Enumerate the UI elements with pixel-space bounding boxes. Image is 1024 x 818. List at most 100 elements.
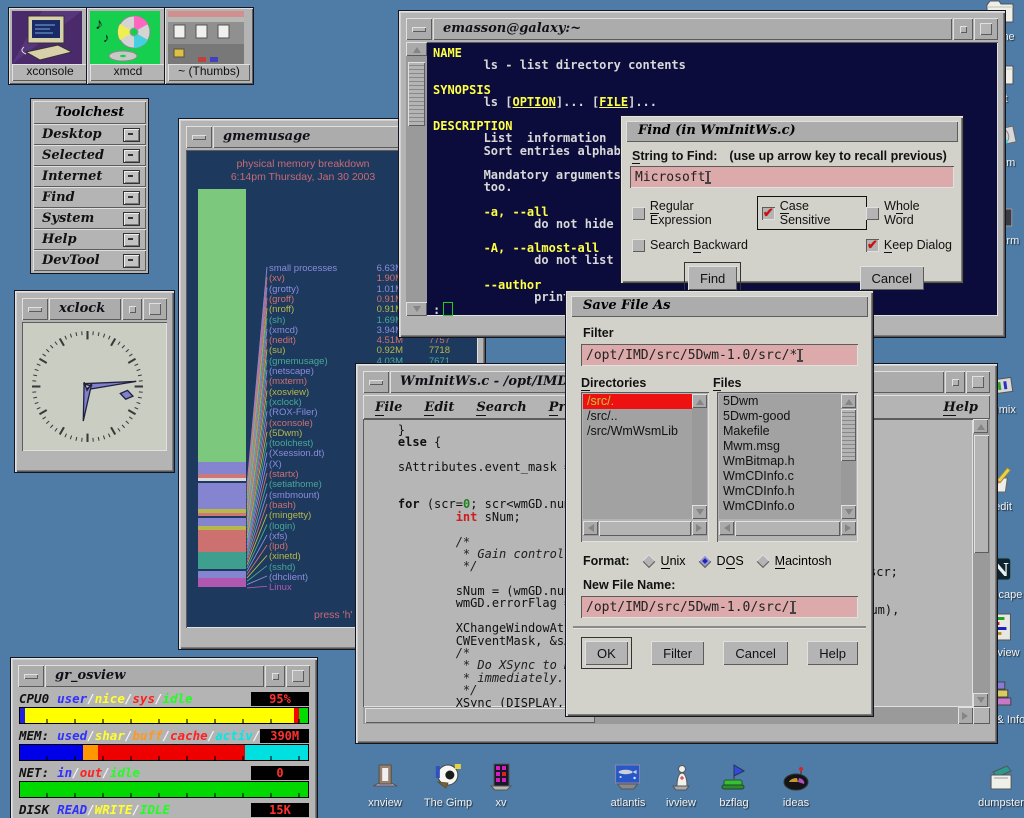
ok-button[interactable]: OK [585, 641, 628, 665]
checkbox-case-sensitive[interactable]: ✔Case Sensitive [758, 197, 866, 229]
directories-list[interactable]: /src/./src/../src/WmWsmLib [581, 392, 709, 542]
desktop-icon-the-gimp[interactable]: The Gimp [424, 762, 472, 809]
checkbox-box[interactable] [632, 239, 645, 252]
menu-help[interactable]: Help [943, 400, 978, 415]
window-title[interactable]: xclock [49, 298, 121, 320]
help-button[interactable]: Help [807, 641, 858, 665]
window-minimize-button[interactable] [186, 126, 212, 148]
window-minimize-button[interactable] [406, 18, 432, 40]
files-list[interactable]: 5Dwm5Dwm-goodMakefileMwm.msgWmBitmap.hWm… [717, 392, 858, 542]
file-item[interactable]: WmCDInfo.c [719, 469, 841, 484]
iconified-window-thumbs[interactable]: ~ (Thumbs) [164, 7, 254, 85]
scroll-up-button[interactable] [973, 419, 988, 433]
checkbox-box[interactable]: ✔ [762, 207, 775, 220]
scroll-down-button[interactable] [841, 505, 856, 519]
desktop-icon-ivview[interactable]: ivview [665, 762, 697, 809]
scroll-right-button[interactable] [958, 707, 973, 724]
window-restore-button[interactable] [945, 371, 965, 393]
window-minimize-button[interactable] [363, 371, 389, 393]
toolchest-item-system[interactable]: System [33, 208, 146, 229]
cancel-button[interactable]: Cancel [723, 641, 787, 665]
checkbox-whole-word[interactable]: Whole Word [866, 199, 952, 227]
terminal-scrollbar[interactable] [406, 42, 427, 316]
toolchest-item-devtool[interactable]: DevTool [33, 250, 146, 271]
format-radio-unix[interactable]: Unix [644, 554, 686, 568]
file-item[interactable]: WmCDInfo.h [719, 484, 841, 499]
window-title[interactable]: gr_osview [45, 665, 264, 687]
window-restore-button[interactable] [122, 298, 142, 320]
scroll-down-button[interactable] [692, 505, 707, 519]
scroll-up-button[interactable] [406, 42, 427, 56]
menu-search[interactable]: Search [476, 400, 526, 415]
checkbox-regular-expression[interactable]: Regular Expression [632, 199, 758, 227]
scroll-left-button[interactable] [583, 521, 598, 535]
desktop-icon-atlantis[interactable]: atlantis [611, 762, 646, 809]
scroll-right-button[interactable] [841, 521, 856, 535]
diamond-radio-icon[interactable] [697, 554, 711, 568]
window-maximize-button[interactable] [974, 18, 998, 40]
new-file-name-input[interactable]: /opt/IMD/src/5Dwm-1.0/src/ [581, 596, 858, 618]
toolchest-item-help[interactable]: Help [33, 229, 146, 250]
menu-edit[interactable]: Edit [424, 400, 454, 415]
scroll-left-button[interactable] [719, 521, 734, 535]
desktop-icon-ideas[interactable]: ideas [779, 762, 813, 809]
scroll-right-button[interactable] [692, 521, 707, 535]
file-item[interactable]: WmBitmap.h [719, 454, 841, 469]
cancel-button[interactable]: Cancel [860, 266, 924, 290]
window-restore-button[interactable] [265, 665, 285, 687]
file-item[interactable]: 5Dwm-good [719, 409, 841, 424]
desktop-icon-xv[interactable]: xv [485, 762, 517, 809]
editor-vertical-scrollbar[interactable] [973, 419, 990, 707]
iconified-window-xconsole[interactable]: xconsole [8, 7, 92, 85]
scrollbar-thumb[interactable] [841, 409, 856, 461]
toolchest-item-find[interactable]: Find [33, 187, 146, 208]
find-button[interactable]: Find [688, 266, 737, 290]
directory-item[interactable]: /src/.. [583, 409, 692, 424]
scrollbar-thumb[interactable] [365, 708, 595, 723]
directories-scrollbar[interactable] [692, 394, 707, 519]
toolchest-item-desktop[interactable]: Desktop [33, 124, 146, 145]
iconified-window-xmcd[interactable]: ♪♪ xmcd [86, 7, 170, 85]
window-maximize-button[interactable] [143, 298, 167, 320]
window-title[interactable]: emasson@galaxy:~ [433, 18, 952, 40]
checkbox-box[interactable] [866, 207, 879, 220]
window-minimize-button[interactable] [18, 665, 44, 687]
scroll-up-button[interactable] [841, 394, 856, 408]
scrollbar-thumb[interactable] [974, 435, 989, 553]
scroll-up-button[interactable] [692, 394, 707, 408]
file-item[interactable]: Mwm.msg [719, 439, 841, 454]
file-item[interactable]: 5Dwm [719, 394, 841, 409]
dialog-title[interactable]: Save File As [571, 296, 868, 317]
resize-corner[interactable] [973, 707, 990, 724]
desktop-icon-bzflag[interactable]: bzflag [717, 762, 751, 809]
scroll-down-button[interactable] [973, 693, 988, 707]
window-restore-button[interactable] [953, 18, 973, 40]
desktop-icon-xnview[interactable]: xnview [368, 762, 402, 809]
window-maximize-button[interactable] [286, 665, 310, 687]
file-item[interactable]: WmCDInfo.o [719, 499, 841, 514]
window-maximize-button[interactable] [966, 371, 990, 393]
checkbox-box[interactable] [632, 207, 645, 220]
directory-item[interactable]: /src/WmWsmLib [583, 424, 692, 439]
checkbox-box[interactable]: ✔ [866, 239, 879, 252]
dialog-title[interactable]: Find (in WmInitWs.c) [626, 121, 958, 142]
toolchest-item-selected[interactable]: Selected [33, 145, 146, 166]
file-item[interactable]: Makefile [719, 424, 841, 439]
diamond-radio-icon[interactable] [756, 554, 770, 568]
window-minimize-button[interactable] [22, 298, 48, 320]
files-scrollbar[interactable] [841, 394, 856, 519]
directories-hscrollbar[interactable] [583, 521, 707, 536]
format-radio-macintosh[interactable]: Macintosh [758, 554, 832, 568]
files-hscrollbar[interactable] [719, 521, 856, 536]
desktop-icon-dumpster[interactable]: dumpster [978, 762, 1024, 809]
filter-button[interactable]: Filter [651, 641, 704, 665]
menu-file[interactable]: File [375, 400, 402, 415]
diamond-radio-icon[interactable] [641, 554, 655, 568]
filter-input[interactable]: /opt/IMD/src/5Dwm-1.0/src/* [581, 344, 858, 366]
toolchest-item-internet[interactable]: Internet [33, 166, 146, 187]
scrollbar-thumb[interactable] [408, 62, 425, 126]
directory-item[interactable]: /src/. [583, 394, 692, 409]
checkbox-keep-dialog[interactable]: ✔Keep Dialog [866, 238, 952, 252]
search-input[interactable]: Microsoft [630, 166, 954, 188]
scroll-down-button[interactable] [406, 302, 427, 316]
